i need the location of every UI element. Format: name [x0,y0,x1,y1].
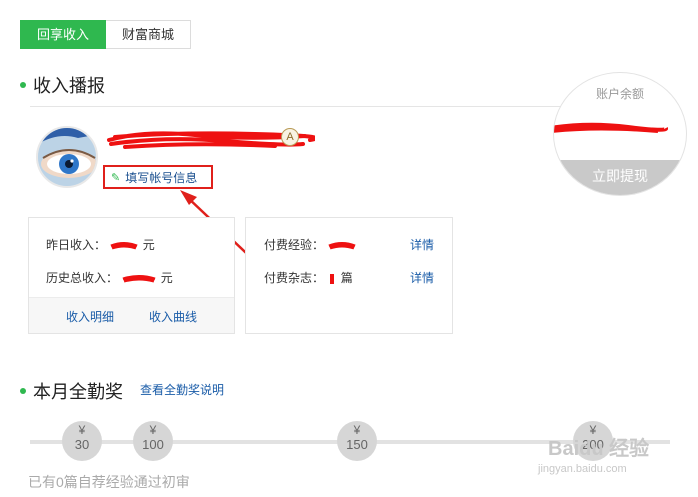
income-card-footer: 收入明细 收入曲线 [29,297,234,333]
paid-magazine: 付费杂志： 篇 [264,269,353,286]
yen-icon: ¥ [78,423,86,437]
redacted-value [330,273,335,284]
yesterday-income-unit: 元 [142,238,155,252]
redacted-value [328,241,356,250]
income-detail-link[interactable]: 收入明细 [66,308,114,325]
income-report-header: 收入播报 [20,72,105,98]
income-report-title: 收入播报 [33,76,105,96]
edit-account-info-link[interactable]: ✎ 填写帐号信息 [103,165,213,189]
attendance-status: 已有0篇自荐经验通过初审 [28,474,190,490]
attendance-header: 本月全勤奖 [20,378,123,404]
balance-label: 账户余额 [595,87,644,101]
tab-wealth-mall[interactable]: 财富商城 [106,20,192,49]
milestone-30: ¥ 30 [62,421,102,461]
yen-icon: ¥ [149,423,157,437]
tab-income[interactable]: 回享收入 [20,20,107,49]
total-income-label: 历史总收入： [46,271,119,285]
paid-experience-detail-link[interactable]: 详情 [410,236,434,253]
avatar[interactable] [36,126,98,188]
redacted-value [110,241,138,250]
level-badge-icon: A [281,128,299,146]
baidu-watermark: Baidu 经验 [548,438,650,460]
milestone-value: 100 [142,437,164,452]
total-income: 历史总收入： 元 [46,269,173,286]
total-income-unit: 元 [160,271,173,285]
tab-bar: 回享收入 财富商城 [20,20,192,49]
withdraw-button[interactable]: 立即提现 [554,160,686,195]
attendance-explain-link[interactable]: 查看全勤奖说明 [140,381,224,398]
divider [30,106,570,107]
bullet-dot [20,388,26,394]
redacted-value [122,274,156,283]
account-balance-widget: 账户余额 立即提现 [553,72,687,196]
paid-magazine-unit: 篇 [340,271,353,285]
yen-icon: ¥ [353,423,361,437]
edit-account-info-label: 填写帐号信息 [125,170,198,185]
paid-magazine-label: 付费杂志： [264,271,325,285]
pencil-icon: ✎ [111,171,121,184]
milestone-100: ¥ 100 [133,421,173,461]
paid-content-card: 付费经验： 详情 付费杂志： 篇 详情 [245,217,453,334]
avatar-image [38,128,96,186]
bullet-dot [20,82,26,88]
milestone-value: 30 [74,437,90,452]
yesterday-income: 昨日收入： 元 [46,236,155,253]
paid-experience: 付费经验： [264,236,357,253]
attendance-title: 本月全勤奖 [33,382,123,402]
yesterday-income-label: 昨日收入： [46,238,107,252]
milestone-value: 150 [346,437,368,452]
income-card: 昨日收入： 元 历史总收入： 元 收入明细 收入曲线 [28,217,235,334]
redacted-balance [554,122,668,133]
watermark-url: jingyan.baidu.com [538,463,627,475]
milestone-150: ¥ 150 [337,421,377,461]
paid-magazine-detail-link[interactable]: 详情 [410,269,434,286]
paid-experience-label: 付费经验： [264,238,325,252]
income-curve-link[interactable]: 收入曲线 [149,308,197,325]
